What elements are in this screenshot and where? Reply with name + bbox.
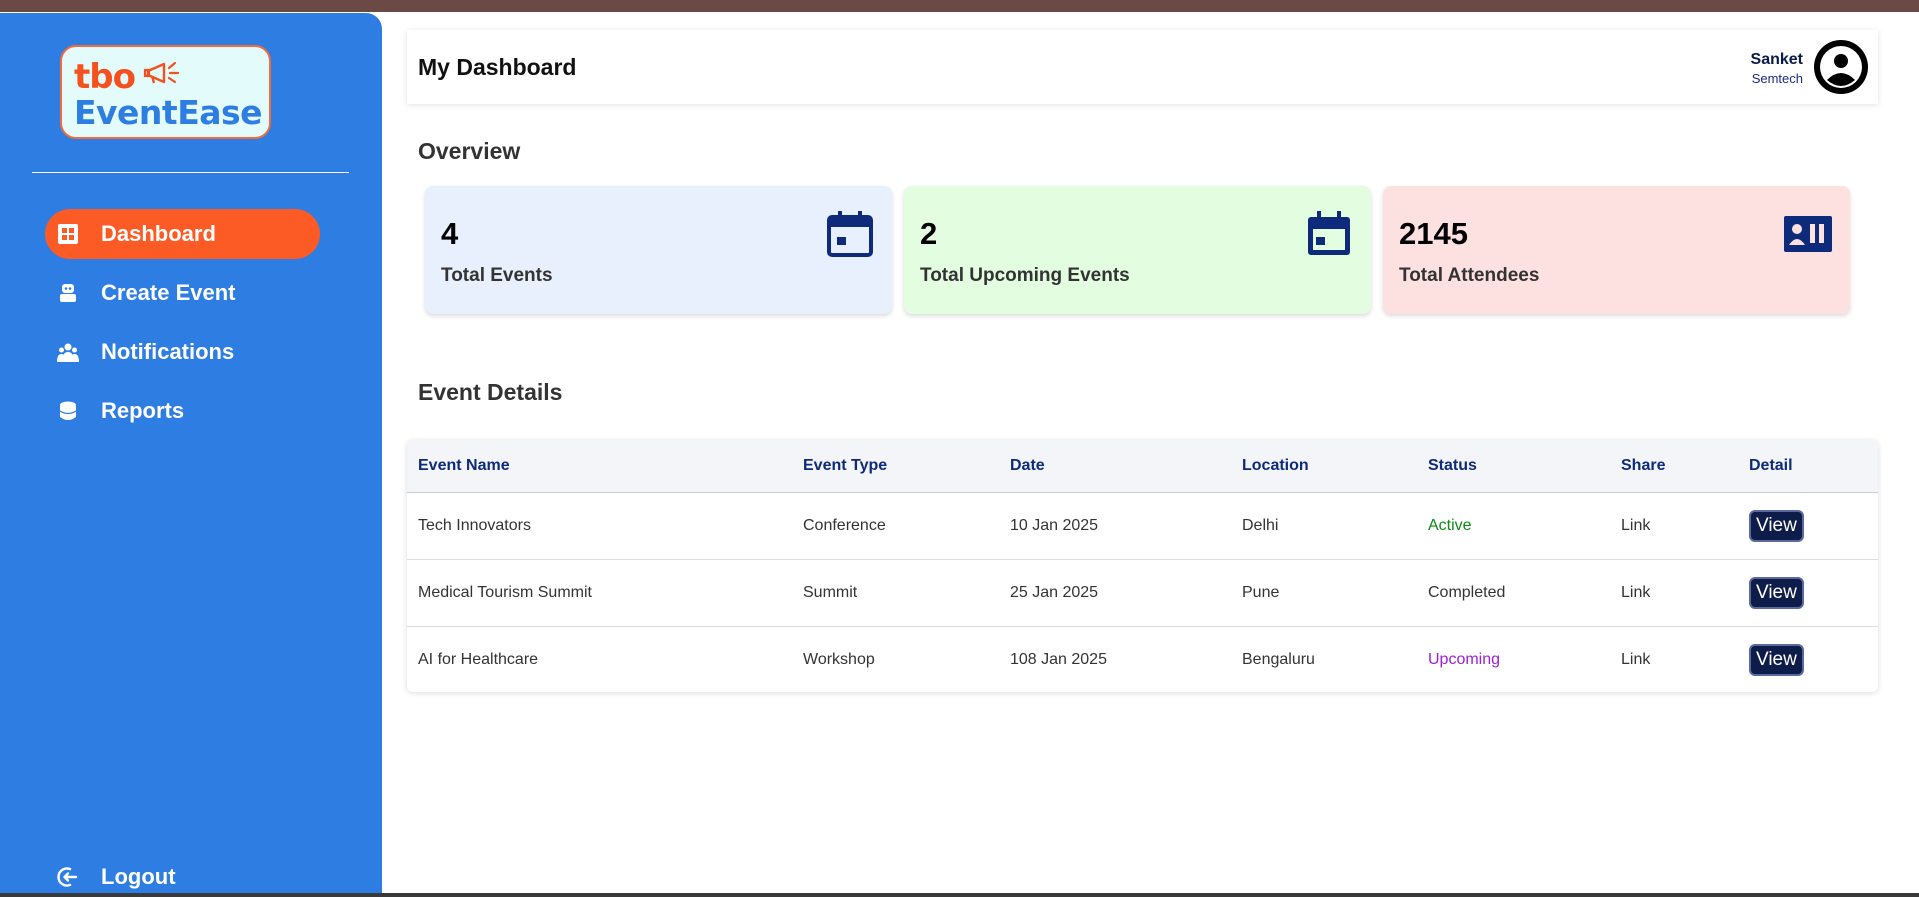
detail-cell: View [1738,626,1878,692]
view-button[interactable]: View [1749,509,1804,542]
logo-eventease-text: EventEase [74,93,263,132]
column-header-location: Location [1231,440,1417,493]
event-type-cell: Summit [803,583,858,601]
event-location-cell: Pune [1242,583,1280,601]
sidebar-item-label: Notifications [101,339,235,364]
sidebar-item-label: Reports [101,398,185,423]
window-top-bar [0,0,1919,12]
event-location-cell: Bengaluru [1242,650,1315,668]
avatar-icon[interactable] [1814,40,1868,94]
user-name: Sanket [1750,51,1803,68]
grid-icon [57,223,79,245]
stat-value: 4 [441,216,459,251]
sidebar-item-create-event[interactable]: Create Event [45,268,320,318]
sidebar-item-reports[interactable]: Reports [45,386,320,436]
event-type-cell: Conference [803,516,886,534]
view-button[interactable]: View [1749,643,1804,676]
database-icon [57,400,79,422]
overview-title: Overview [418,138,521,164]
event-status-cell: Upcoming [1428,650,1501,668]
stat-label: Total Upcoming Events [920,265,1130,286]
logout-button[interactable]: Logout [45,852,320,897]
detail-cell: View [1738,492,1878,559]
event-table: Event Name Event Type Date Location Stat… [407,440,1878,692]
stat-card-upcoming-events: 2 Total Upcoming Events [904,186,1371,314]
stat-card-total-attendees: 2145 Total Attendees [1383,186,1850,314]
event-name-cell: Tech Innovators [418,516,531,534]
table-row: Medical Tourism Summit Summit 25 Jan 202… [407,559,1878,626]
event-name-cell: AI for Healthcare [418,650,539,668]
calendar-icon [827,211,873,257]
event-details-title: Event Details [418,379,563,405]
logo-tbo-text: tbo [74,57,136,97]
top-header: My Dashboard Sanket Semtech [407,30,1878,104]
event-status-cell: Active [1428,516,1472,534]
window-bottom-bar [0,893,1919,897]
calendar-filled-icon [1308,211,1350,255]
column-header-share: Share [1610,440,1738,493]
event-status-cell: Completed [1428,583,1506,601]
table-header-row: Event Name Event Type Date Location Stat… [407,440,1878,493]
event-name-cell: Medical Tourism Summit [418,583,592,601]
event-date-cell: 108 Jan 2025 [1010,650,1107,668]
share-link[interactable]: Link [1610,559,1738,626]
user-organization: Semtech [1751,71,1803,86]
sidebar-divider [32,172,349,173]
brand-logo[interactable]: tbo EventEase [60,45,271,139]
share-link[interactable]: Link [1610,626,1738,692]
stat-value: 2145 [1399,216,1468,251]
logout-label: Logout [101,864,176,889]
column-header-date: Date [999,440,1231,493]
sidebar-item-dashboard[interactable]: Dashboard [45,209,320,259]
id-card-icon [1784,216,1832,252]
users-icon [57,341,79,363]
table-row: Tech Innovators Conference 10 Jan 2025 D… [407,492,1878,559]
logout-icon [57,866,79,888]
stat-card-total-events: 4 Total Events [425,186,892,314]
stat-label: Total Attendees [1399,265,1540,286]
column-header-event-name: Event Name [407,440,792,493]
robot-icon [57,282,79,304]
page-title: My Dashboard [418,54,577,80]
detail-cell: View [1738,559,1878,626]
share-link[interactable]: Link [1610,492,1738,559]
event-location-cell: Delhi [1242,516,1279,534]
table-row: AI for Healthcare Workshop 108 Jan 2025 … [407,626,1878,692]
sidebar: tbo EventEase Dashboard Create Event Not… [0,13,382,893]
event-date-cell: 25 Jan 2025 [1010,583,1099,601]
stat-value: 2 [920,216,938,251]
event-type-cell: Workshop [803,650,875,668]
sidebar-item-label: Dashboard [101,221,216,246]
sidebar-item-notifications[interactable]: Notifications [45,327,320,377]
column-header-status: Status [1417,440,1610,493]
column-header-event-type: Event Type [792,440,999,493]
event-date-cell: 10 Jan 2025 [1010,516,1099,534]
view-button[interactable]: View [1749,576,1804,609]
sidebar-item-label: Create Event [101,280,236,305]
stat-label: Total Events [441,265,553,286]
column-header-detail: Detail [1738,440,1878,493]
megaphone-icon [143,61,180,84]
